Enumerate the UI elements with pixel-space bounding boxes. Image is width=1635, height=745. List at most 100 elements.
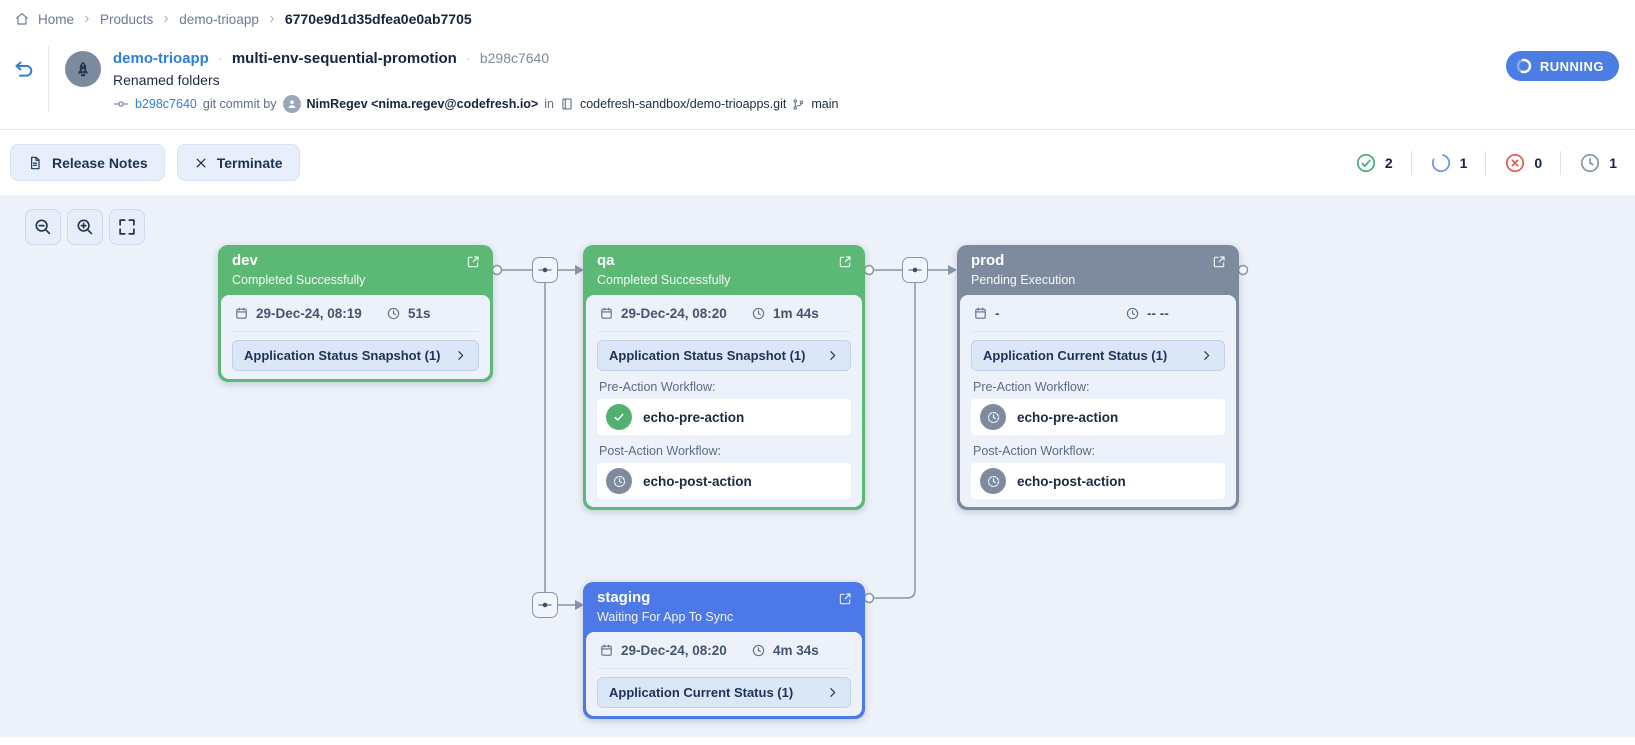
application-status-drawer[interactable]: Application Status Snapshot (1) bbox=[232, 340, 479, 371]
clock-icon bbox=[751, 643, 766, 658]
undo-arrow-icon bbox=[12, 58, 34, 80]
page-footer-strip bbox=[0, 737, 1635, 745]
counter-succeeded: 2 bbox=[1355, 152, 1393, 174]
counter-running-value: 1 bbox=[1460, 155, 1468, 171]
git-branch-icon bbox=[792, 98, 805, 111]
error-circle-icon bbox=[1504, 152, 1526, 174]
env-status: Completed Successfully bbox=[232, 272, 365, 288]
drawer-label: Application Status Snapshot (1) bbox=[244, 347, 440, 364]
release-title-row: demo-trioapp · multi-env-sequential-prom… bbox=[113, 49, 838, 68]
workflow-name: echo-pre-action bbox=[1017, 410, 1118, 425]
calendar-icon bbox=[973, 306, 988, 321]
release-toolbar: Release Notes Terminate 2 1 0 1 bbox=[0, 130, 1635, 195]
run-date: 29-Dec-24, 08:20 bbox=[621, 641, 727, 660]
pending-clock-icon bbox=[606, 468, 632, 494]
branch-link[interactable]: main bbox=[811, 97, 838, 111]
promotion-gate-staging[interactable] bbox=[532, 592, 558, 618]
post-action-workflow-link[interactable]: echo-post-action bbox=[597, 463, 851, 499]
counter-running: 1 bbox=[1430, 152, 1468, 174]
flow-name: multi-env-sequential-promotion bbox=[232, 49, 457, 68]
person-icon bbox=[286, 98, 298, 110]
env-card-qa: qa Completed Successfully 29-Dec-24, 08:… bbox=[583, 245, 865, 510]
fit-view-button[interactable] bbox=[109, 209, 145, 245]
commit-row: b298c7640 git commit by NimRegev <nima.r… bbox=[113, 95, 838, 113]
counter-succeeded-value: 2 bbox=[1385, 155, 1393, 171]
open-environment-icon[interactable] bbox=[837, 254, 853, 270]
run-date: - bbox=[995, 304, 1000, 323]
drawer-label: Application Current Status (1) bbox=[983, 347, 1167, 364]
counter-failed: 0 bbox=[1504, 152, 1542, 174]
run-duration: 51s bbox=[408, 304, 431, 323]
promotion-avatar bbox=[65, 51, 101, 87]
commit-short: b298c7640 bbox=[480, 49, 549, 68]
clock-icon bbox=[1125, 306, 1140, 321]
run-duration: -- -- bbox=[1147, 304, 1169, 323]
dot-separator: · bbox=[218, 49, 223, 68]
breadcrumb-home[interactable]: Home bbox=[38, 12, 74, 27]
breadcrumb-app[interactable]: demo-trioapp bbox=[179, 12, 259, 27]
fullscreen-icon bbox=[116, 216, 138, 238]
pre-action-label: Pre-Action Workflow: bbox=[599, 380, 849, 395]
open-environment-icon[interactable] bbox=[837, 591, 853, 607]
env-name: qa bbox=[597, 251, 730, 270]
drawer-label: Application Current Status (1) bbox=[609, 684, 793, 701]
release-header: demo-trioapp · multi-env-sequential-prom… bbox=[0, 38, 1635, 130]
rocket-icon bbox=[73, 60, 93, 79]
breadcrumb-products[interactable]: Products bbox=[100, 12, 153, 27]
env-card-dev: dev Completed Successfully 29-Dec-24, 08… bbox=[218, 245, 493, 382]
counter-failed-value: 0 bbox=[1534, 155, 1542, 171]
workflow-name: echo-post-action bbox=[1017, 474, 1126, 489]
calendar-icon bbox=[599, 306, 614, 321]
repo-link[interactable]: codefresh-sandbox/demo-trioapps.git bbox=[580, 97, 786, 111]
back-button[interactable] bbox=[12, 58, 34, 80]
zoom-out-icon bbox=[32, 216, 54, 238]
zoom-in-icon bbox=[74, 216, 96, 238]
pre-action-workflow-link[interactable]: echo-pre-action bbox=[971, 399, 1225, 435]
promotion-flow-canvas: dev Completed Successfully 29-Dec-24, 08… bbox=[0, 195, 1635, 737]
gate-commit-icon bbox=[535, 595, 555, 615]
chevron-right-icon bbox=[826, 349, 839, 362]
application-status-drawer[interactable]: Application Current Status (1) bbox=[971, 340, 1225, 371]
clock-icon bbox=[1579, 152, 1601, 174]
zoom-in-button[interactable] bbox=[67, 209, 103, 245]
run-duration: 1m 44s bbox=[773, 304, 819, 323]
breadcrumb: Home Products demo-trioapp 6770e9d1d35df… bbox=[0, 0, 1635, 38]
post-action-label: Post-Action Workflow: bbox=[599, 444, 849, 459]
calendar-icon bbox=[599, 643, 614, 658]
gate-commit-icon bbox=[535, 260, 555, 280]
workflow-name: echo-pre-action bbox=[643, 410, 744, 425]
app-link[interactable]: demo-trioapp bbox=[113, 49, 209, 68]
run-meta-row: 29-Dec-24, 08:19 51s bbox=[232, 302, 479, 332]
calendar-icon bbox=[234, 306, 249, 321]
application-status-drawer[interactable]: Application Current Status (1) bbox=[597, 677, 851, 708]
zoom-out-button[interactable] bbox=[25, 209, 61, 245]
promotion-gate-dev-qa[interactable] bbox=[532, 257, 558, 283]
document-icon bbox=[27, 155, 43, 171]
env-status: Completed Successfully bbox=[597, 272, 730, 288]
chevron-right-icon bbox=[267, 14, 277, 24]
x-icon bbox=[194, 156, 208, 170]
spinner-icon bbox=[1516, 58, 1532, 74]
application-status-drawer[interactable]: Application Status Snapshot (1) bbox=[597, 340, 851, 371]
pre-action-workflow-link[interactable]: echo-pre-action bbox=[597, 399, 851, 435]
open-environment-icon[interactable] bbox=[465, 254, 481, 270]
counter-pending-value: 1 bbox=[1609, 155, 1617, 171]
environment-status-counters: 2 1 0 1 bbox=[1355, 151, 1617, 175]
open-environment-icon[interactable] bbox=[1211, 254, 1227, 270]
promotion-gate-qa-prod[interactable] bbox=[902, 257, 928, 283]
env-status: Pending Execution bbox=[971, 272, 1075, 288]
post-action-workflow-link[interactable]: echo-post-action bbox=[971, 463, 1225, 499]
git-commit-icon bbox=[113, 96, 129, 112]
commit-sha-link[interactable]: b298c7640 bbox=[135, 97, 197, 111]
pending-clock-icon bbox=[980, 404, 1006, 430]
release-notes-button[interactable]: Release Notes bbox=[10, 144, 165, 181]
terminate-button[interactable]: Terminate bbox=[177, 144, 300, 181]
run-meta-row: 29-Dec-24, 08:20 4m 34s bbox=[597, 639, 851, 669]
status-badge-label: RUNNING bbox=[1540, 59, 1604, 74]
counter-divider bbox=[1485, 151, 1486, 175]
counter-divider bbox=[1560, 151, 1561, 175]
run-meta-row: - -- -- bbox=[971, 302, 1225, 332]
env-name: prod bbox=[971, 251, 1075, 270]
pending-clock-icon bbox=[980, 468, 1006, 494]
success-circle-icon bbox=[1355, 152, 1377, 174]
